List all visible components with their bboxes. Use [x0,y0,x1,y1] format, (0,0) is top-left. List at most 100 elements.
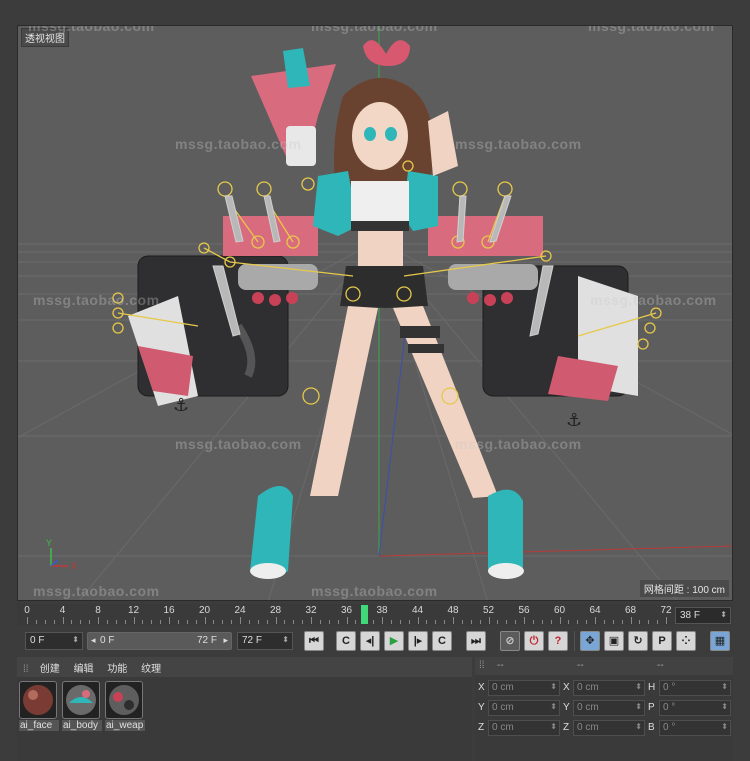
film-strip-icon[interactable]: ▦ [710,631,730,651]
svg-text:⚓: ⚓ [173,395,189,416]
ruler-tick-label: 20 [198,605,211,616]
material-preview-icon [62,681,100,719]
ruler-tick [133,617,135,624]
size-header: -- [577,660,584,671]
scene-canvas[interactable]: ⚓ ⚓ [18,26,733,601]
rotate-tool-icon[interactable]: ↻ [628,631,648,651]
autokey-icon[interactable]: ⏻ [524,631,544,651]
ruler-tick [390,620,392,624]
next-key-button[interactable]: C [432,631,452,651]
ruler-tick [71,620,73,624]
start-frame-field[interactable]: 0 F ⬍ [25,632,83,650]
ruler-tick [612,620,614,624]
next-frame-button[interactable]: |▸ [408,631,428,651]
menu-function[interactable]: 功能 [107,664,127,675]
ruler-tick [284,620,286,624]
ruler-tick [293,620,295,624]
ruler-tick-label: 4 [59,605,66,616]
material-preview-icon [19,681,57,719]
ruler-tick [106,620,108,624]
ruler-tick [169,617,170,624]
ruler-tick-label: 28 [269,605,282,616]
position-x-field[interactable]: 0 cm ⬍ [488,680,560,696]
scale-tool-icon[interactable]: ▣ [604,631,624,651]
goto-end-button[interactable]: ⏭ [466,631,486,651]
ruler-tick-label: 16 [163,605,175,616]
preview-range-slider[interactable]: ◂ 0 F 72 F ▸ [87,632,232,650]
prev-frame-button[interactable]: ◂| [360,631,380,651]
ruler-tick [461,620,463,624]
play-button[interactable]: ▶ [384,631,404,651]
ruler-tick [648,620,650,624]
ruler-tick [399,620,401,624]
gizmo-y-label: Y [46,538,53,548]
record-keys-icon[interactable]: ⊘ [500,631,520,651]
size-y-field[interactable]: 0 cm ⬍ [573,700,645,716]
material-item[interactable]: ai_weap [105,681,145,731]
watermark: mssg.taobao.com [455,136,582,152]
material-item[interactable]: ai_body [62,681,102,731]
position-z-field[interactable]: 0 cm ⬍ [488,720,560,736]
watermark: mssg.taobao.com [311,25,438,34]
ruler-tick [373,620,375,624]
ruler-tick-label: 32 [305,605,317,616]
ruler-tick-label: 38 [376,605,388,616]
ruler-tick [568,620,570,624]
prev-key-button[interactable]: C [336,631,356,651]
move-tool-icon[interactable]: ✥ [580,631,600,651]
help-keyframe-icon[interactable]: ? [548,631,568,651]
frame-ruler[interactable]: 0 4 8 12 16 20 24 28 32 36 38 44 48 52 56 60 64 68 72 [24,604,694,626]
goto-start-button[interactable]: ⏮ [304,631,324,651]
menu-edit[interactable]: 编辑 [74,664,94,675]
ruler-tick [488,617,490,624]
ruler-tick-label: 24 [234,605,246,616]
watermark: mssg.taobao.com [33,292,160,308]
ruler-tick [532,620,534,624]
ruler-tick [470,620,472,624]
position-y-field[interactable]: 0 cm ⬍ [488,700,560,716]
ruler-tick [382,617,383,624]
ruler-tick-label: 44 [411,605,424,616]
ruler-tick [435,620,437,624]
ruler-tick [231,620,233,624]
left-rig-pod: ⚓ [128,216,318,416]
material-manager: ⁞⁞ 创建 编辑 功能 纹理 ai_face ai_body ai_weap [17,657,472,761]
parameter-icon[interactable]: P [652,631,672,651]
menu-create[interactable]: 创建 [40,664,60,675]
ruler-tick [240,617,241,624]
ruler-tick-label: 72 [660,605,672,616]
rotation-h-field[interactable]: 0 ° ⬍ [659,680,731,696]
watermark: mssg.taobao.com [455,436,582,452]
panel-grip-icon[interactable]: ⁞⁞ [479,660,485,671]
ruler-tick [160,620,162,624]
ruler-tick [444,620,446,624]
watermark: mssg.taobao.com [175,136,302,152]
menu-texture[interactable]: 纹理 [141,664,161,675]
ruler-tick-label: 60 [553,605,566,616]
timeline-playhead[interactable] [361,605,369,624]
transport-bar: 0 F ⬍ ◂ 0 F 72 F ▸ 72 F ⬍ ⏮ C ◂| ▶ |▸ C ⏭ … [17,628,733,654]
ruler-tick [630,617,632,624]
ruler-tick [186,620,188,624]
ruler-tick [27,617,28,624]
ruler-tick [98,617,99,624]
size-x-field[interactable]: 0 cm ⬍ [573,680,645,696]
current-frame-field[interactable]: 38 F ⬍ [675,607,731,624]
panel-grip-icon[interactable]: ⁞⁞ [23,664,31,675]
ruler-tick-label: 52 [482,605,495,616]
ruler-tick [603,620,605,624]
watermark: mssg.taobao.com [588,25,715,34]
size-z-field[interactable]: 0 cm ⬍ [573,720,645,736]
coordinate-manager: ⁞⁞ -- -- -- X 0 cm ⬍ X 0 cm ⬍ H 0 ° ⬍ Y 0 c… [475,657,733,761]
end-frame-field[interactable]: 72 F ⬍ [237,632,293,650]
rotation-b-field[interactable]: 0 ° ⬍ [659,720,731,736]
timeline-ruler[interactable]: 0 4 8 12 16 20 24 28 32 36 38 44 48 52 56 60 64 68 72 38 F… [17,604,733,626]
ruler-tick [311,617,312,624]
ruler-tick-label: 8 [95,605,101,616]
point-level-icon[interactable]: ⁘ [676,631,696,651]
perspective-viewport[interactable]: ⚓ ⚓ 透视视图 Y X mssg.taobao.com mssg.taobao… [17,25,733,601]
ruler-tick [275,617,277,624]
rotation-p-field[interactable]: 0 ° ⬍ [659,700,731,716]
material-preview-icon [105,681,143,719]
material-item[interactable]: ai_face [19,681,59,731]
